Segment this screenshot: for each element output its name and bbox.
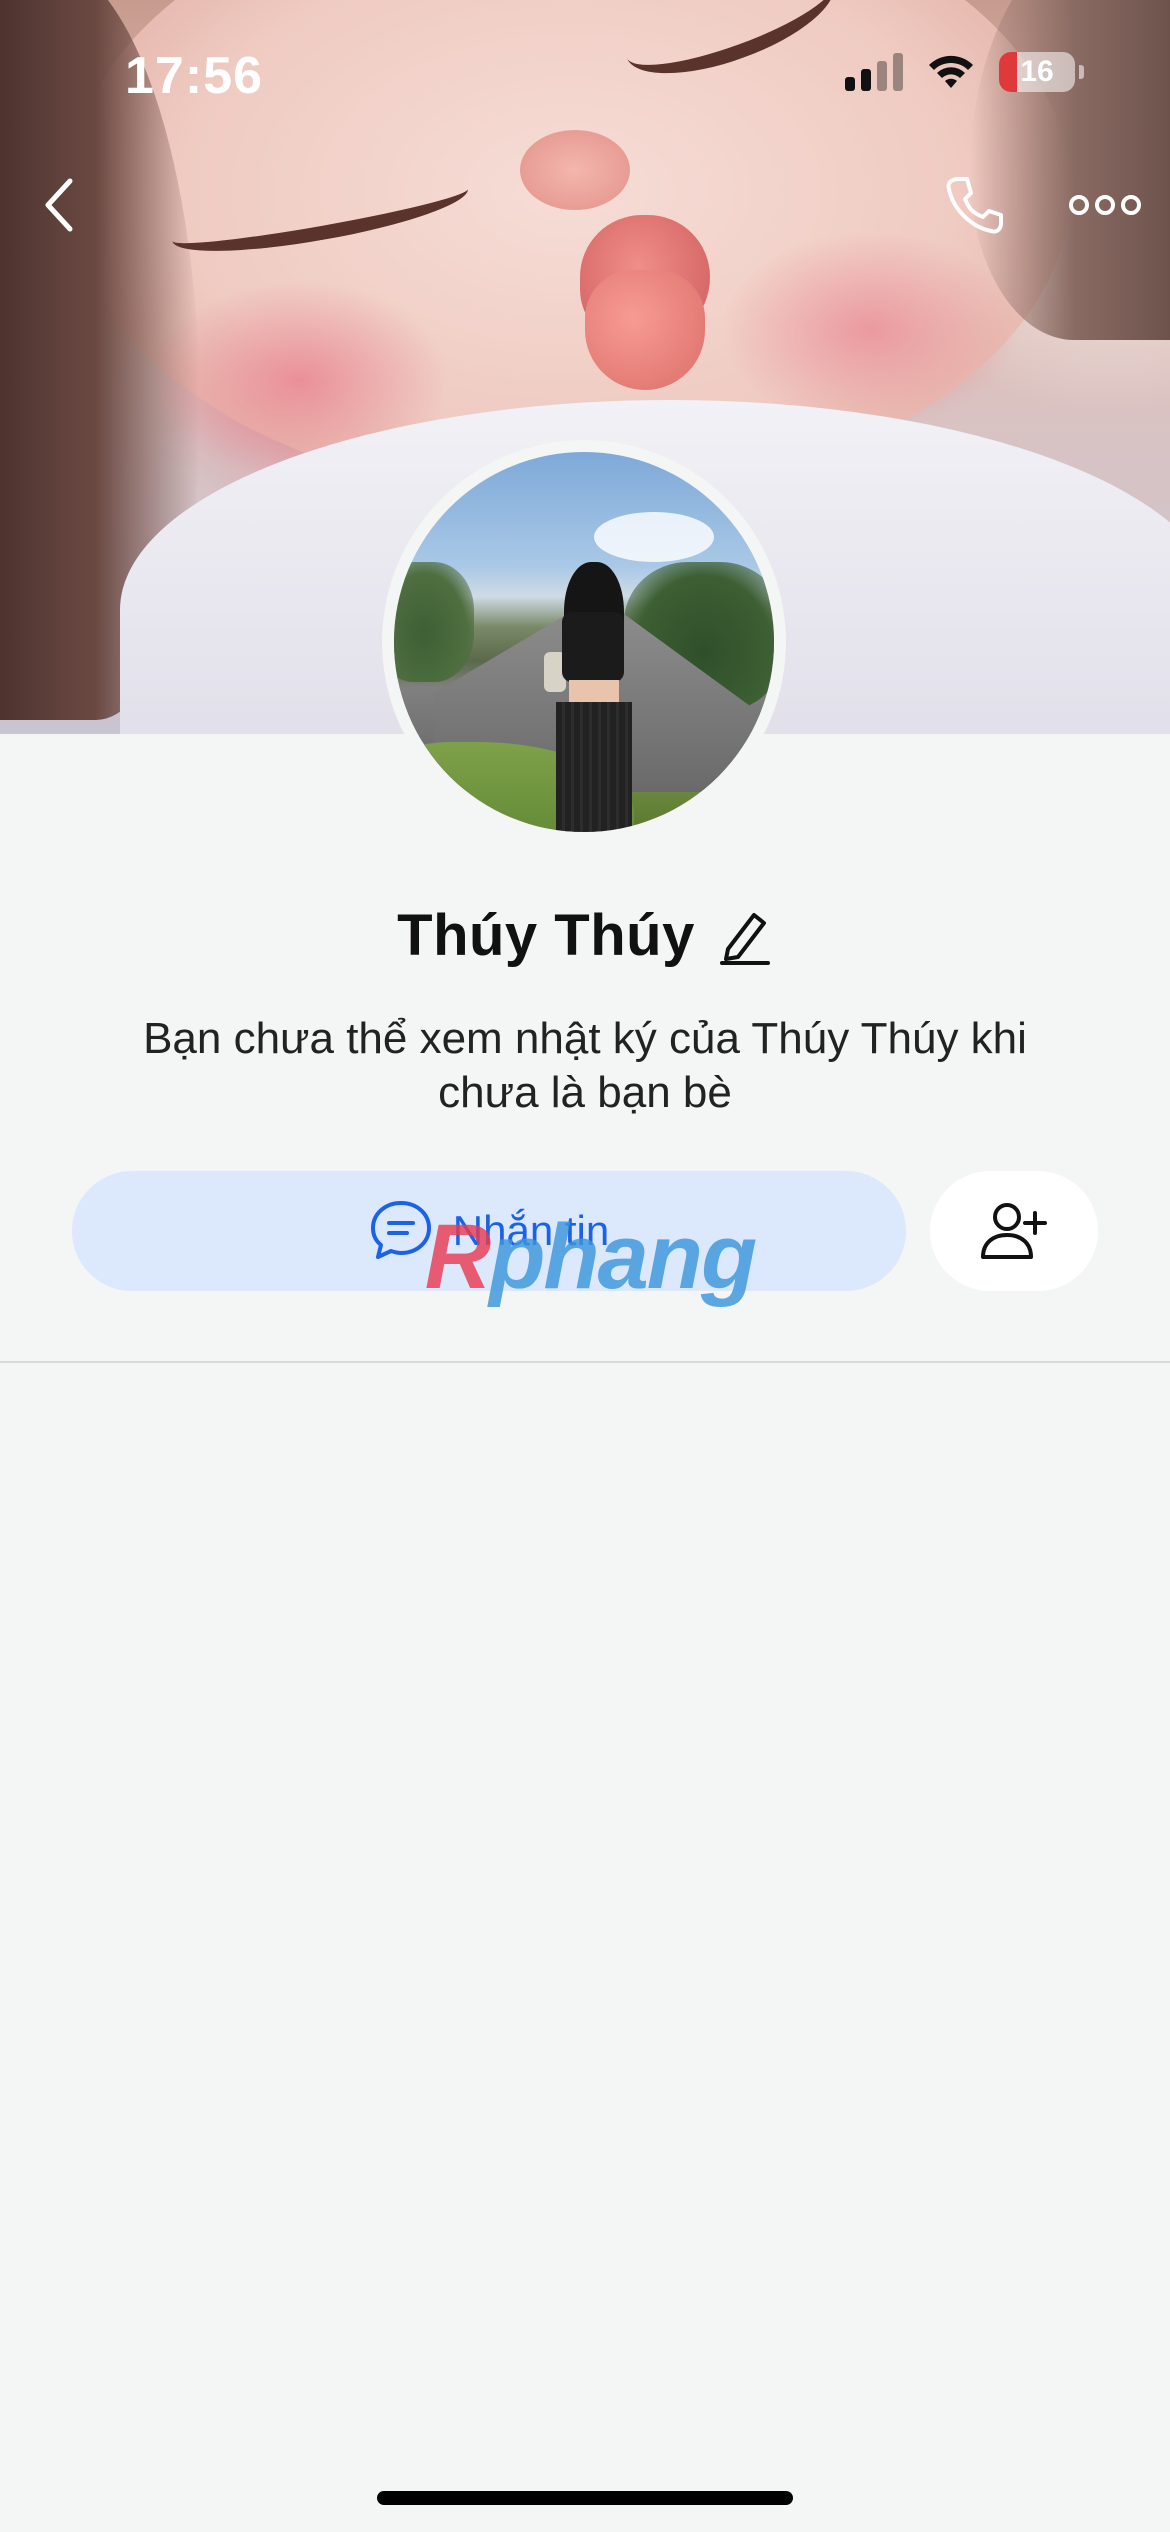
call-button[interactable] [935, 170, 1015, 240]
message-button[interactable]: Nhắn tin [72, 1171, 906, 1291]
wifi-icon [929, 55, 973, 88]
avatar-trees-left [394, 562, 474, 682]
battery-cap [1079, 65, 1084, 79]
phone-icon [946, 177, 1003, 234]
add-friend-icon [981, 1203, 1047, 1259]
profile-screen: 17:56 16 Thúy Thúy Bạn chưa thể xem nhật… [0, 0, 1170, 2532]
more-horizontal-icon [1069, 195, 1141, 215]
chevron-left-icon [45, 178, 73, 232]
add-friend-button[interactable] [930, 1171, 1098, 1291]
more-options-button[interactable] [1060, 175, 1150, 235]
pencil-icon [719, 913, 770, 965]
status-bar: 17:56 16 [0, 0, 1170, 150]
avatar-cloud [594, 512, 714, 562]
back-button[interactable] [30, 170, 90, 240]
cellular-signal-icon [845, 53, 903, 91]
diary-restriction-notice: Bạn chưa thể xem nhật ký của Thúy Thúy k… [143, 1014, 1027, 1117]
battery-icon: 16 [999, 52, 1075, 92]
status-icons: 16 [845, 52, 1084, 92]
edit-name-button[interactable] [717, 905, 773, 965]
avatar-person-pants [556, 702, 632, 832]
section-divider [0, 1361, 1170, 1363]
profile-name: Thúy Thúy [397, 902, 695, 968]
message-button-label: Nhắn tin [452, 1207, 610, 1254]
home-indicator[interactable] [377, 2491, 793, 2505]
profile-name-row: Thúy Thúy [0, 895, 1170, 975]
battery-level: 16 [1020, 55, 1054, 88]
status-time: 17:56 [125, 47, 263, 105]
cover-tongue [585, 270, 705, 390]
avatar-photo [394, 452, 774, 832]
avatar[interactable] [382, 440, 786, 844]
chat-bubble-icon [370, 1201, 431, 1259]
message-icon-wrap [369, 1199, 433, 1263]
cover-cheek-right [720, 230, 1020, 430]
avatar-person-top [562, 612, 624, 682]
